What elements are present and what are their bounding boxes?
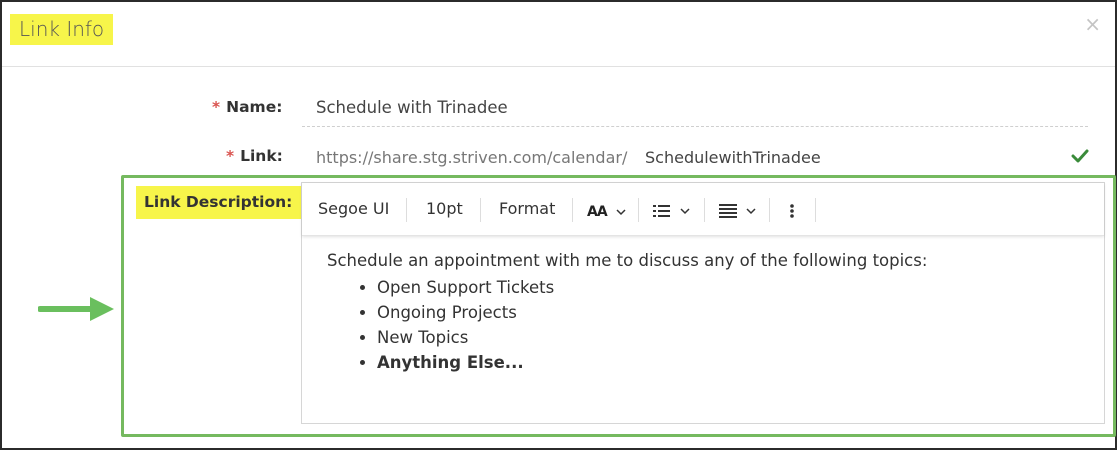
toolbar-divider <box>406 198 407 222</box>
link-label-text: Link: <box>240 147 283 165</box>
topic-list: Open Support Tickets Ongoing Projects Ne… <box>327 275 927 375</box>
editor-content[interactable]: Schedule an appointment with me to discu… <box>327 251 927 375</box>
list-item: Open Support Tickets <box>377 275 927 300</box>
bullet-list-icon <box>653 204 670 217</box>
align-button[interactable] <box>718 200 756 219</box>
bullet-list-button[interactable] <box>652 200 690 219</box>
more-vertical-icon <box>790 203 794 218</box>
name-field-value: Schedule with Trinadee <box>316 98 508 117</box>
more-options-button[interactable] <box>789 200 795 219</box>
dialog-header: Link Info × <box>2 2 1115 67</box>
list-item: Ongoing Projects <box>377 300 927 325</box>
font-family-select[interactable]: Segoe UI <box>318 199 389 218</box>
chevron-down-icon <box>746 207 756 214</box>
toolbar-divider <box>769 198 770 222</box>
link-label: * Link: <box>226 147 283 165</box>
toolbar-divider <box>815 198 816 222</box>
check-icon <box>1071 149 1089 163</box>
format-select[interactable]: Format <box>499 199 555 218</box>
required-marker: * <box>226 147 235 165</box>
toolbar-divider <box>638 198 639 222</box>
link-info-dialog: Link Info × * Name: Schedule with Trinade… <box>0 0 1117 450</box>
toolbar-divider <box>480 198 481 222</box>
text-size-icon: AA <box>587 204 608 220</box>
chevron-down-icon <box>616 208 626 215</box>
link-description-label: Link Description: <box>136 186 302 219</box>
arrow-right-icon <box>38 297 114 321</box>
editor-toolbar: Segoe UI 10pt Format AA <box>302 183 1104 236</box>
align-icon <box>719 203 737 218</box>
font-size-select[interactable]: 10pt <box>426 199 463 218</box>
name-label: * Name: <box>212 98 282 116</box>
dialog-title: Link Info <box>10 14 114 45</box>
name-label-text: Name: <box>226 98 283 116</box>
toolbar-divider <box>572 198 573 222</box>
link-prefix: https://share.stg.striven.com/calendar/ <box>316 148 628 167</box>
intro-text: Schedule an appointment with me to discu… <box>327 251 928 270</box>
text-size-button[interactable]: AA <box>587 201 626 220</box>
name-field[interactable]: Schedule with Trinadee <box>302 88 1088 127</box>
list-item: New Topics <box>377 325 927 350</box>
toolbar-divider <box>704 198 705 222</box>
close-icon[interactable]: × <box>1084 12 1101 36</box>
rich-text-editor[interactable]: Segoe UI 10pt Format AA Schedule an appo… <box>301 182 1105 424</box>
chevron-down-icon <box>680 207 690 214</box>
required-marker: * <box>212 98 221 116</box>
list-item: Anything Else... <box>377 350 927 375</box>
link-slug-field[interactable]: SchedulewithTrinadee <box>645 148 821 167</box>
